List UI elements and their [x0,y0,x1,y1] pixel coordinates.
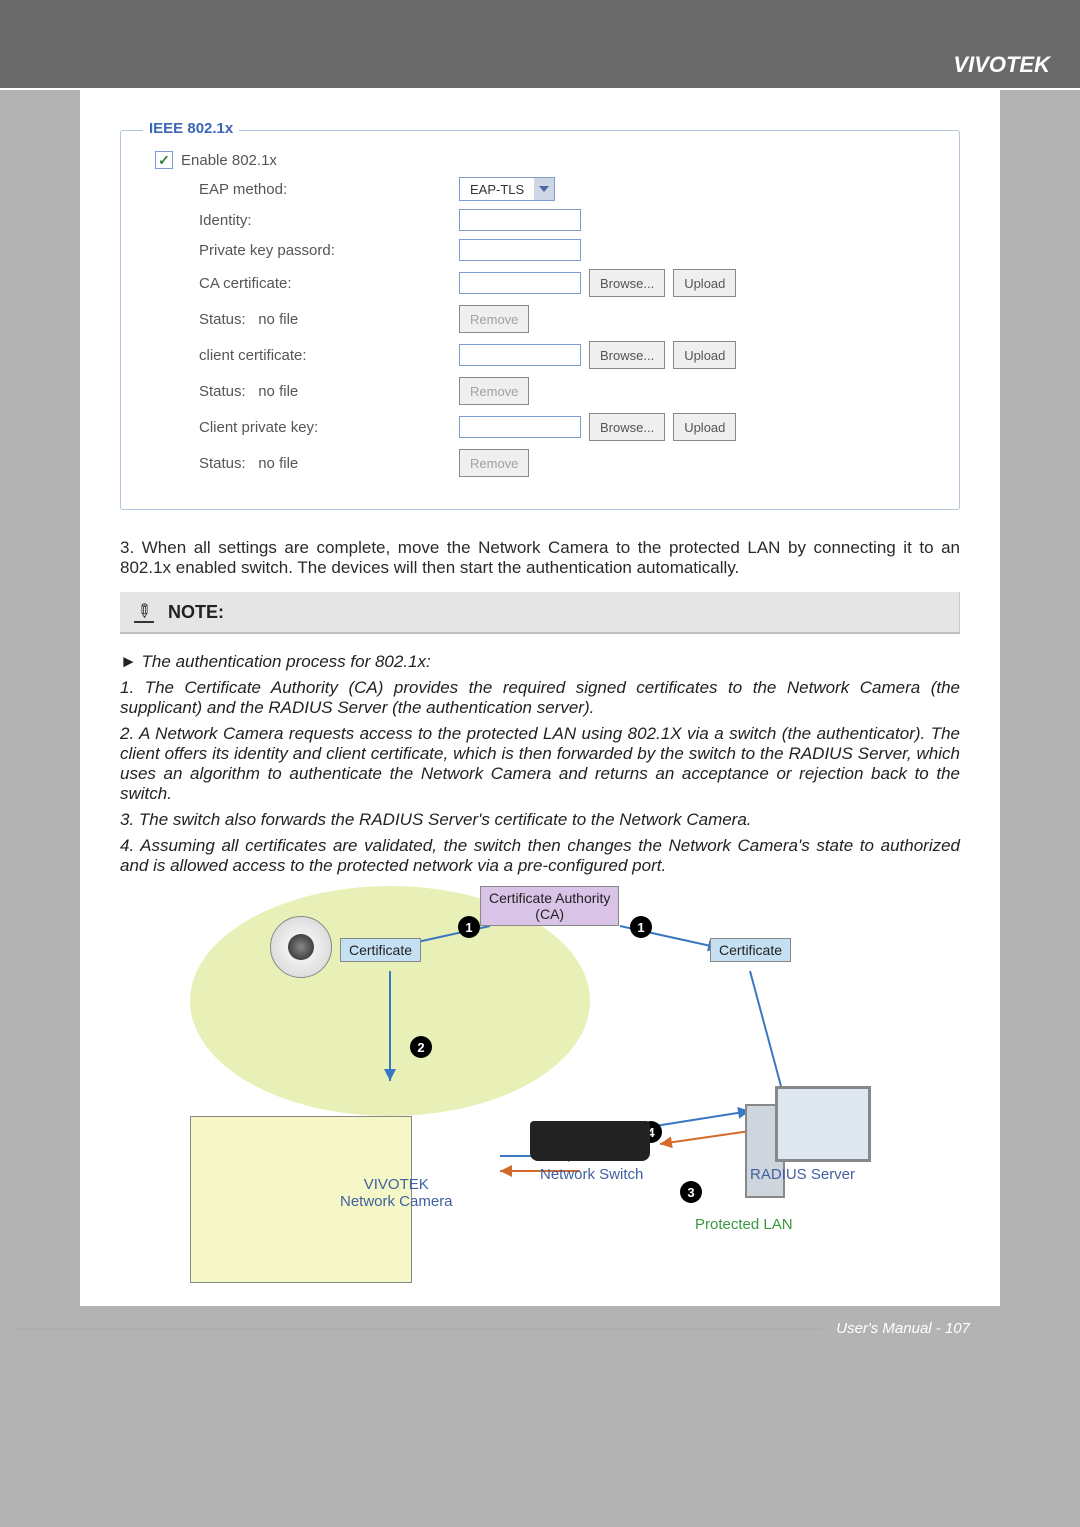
client-cert-browse-button[interactable]: Browse... [589,341,665,369]
diagram-badge-3: 3 [680,1181,702,1203]
ca-certificate-path[interactable] [459,272,581,294]
footer-text: User's Manual - 107 [836,1320,970,1337]
ieee-8021x-panel: IEEE 802.1x ✓ Enable 802.1x EAP method: … [120,130,960,510]
client-key-upload-button[interactable]: Upload [673,413,736,441]
client-certificate-path[interactable] [459,344,581,366]
ca-browse-button[interactable]: Browse... [589,269,665,297]
client-key-status-value: no file [258,455,298,472]
client-key-browse-button[interactable]: Browse... [589,413,665,441]
chevron-down-icon [534,178,554,200]
note-banner: ✎ NOTE: [120,592,960,634]
process-intro: ► The authentication process for 802.1x: [120,652,960,672]
identity-input[interactable] [459,209,581,231]
client-key-status-label: Status: [199,455,246,472]
diagram-ca-box: Certificate Authority (CA) [480,886,619,926]
enable-8021x-label: Enable 802.1x [181,152,277,169]
diagram-badge-2: 2 [410,1036,432,1058]
enable-8021x-row: ✓ Enable 802.1x [155,151,943,169]
eap-method-label: EAP method: [155,181,459,198]
auth-process-diagram: Certificate Authority (CA) Certificate C… [190,886,890,1276]
diagram-badge-1a: 1 [458,916,480,938]
instruction-step-3: 3. When all settings are complete, move … [120,538,960,578]
process-step-2: 2. A Network Camera requests access to t… [120,724,960,804]
note-heading: NOTE: [168,602,224,623]
process-step-1: 1. The Certificate Authority (CA) provid… [120,678,960,718]
ca-upload-button[interactable]: Upload [673,269,736,297]
diagram-cert-right: Certificate [710,938,791,962]
diagram-cert-left: Certificate [340,938,421,962]
note-icon: ✎ [134,601,154,623]
client-cert-status-label: Status: [199,383,246,400]
diagram-lan-label: Protected LAN [695,1216,793,1233]
identity-label: Identity: [155,212,459,229]
client-cert-status-value: no file [258,383,298,400]
ca-remove-button[interactable]: Remove [459,305,529,333]
client-cert-remove-button[interactable]: Remove [459,377,529,405]
page-header: VIVOTEK [0,0,1080,90]
page-content: IEEE 802.1x ✓ Enable 802.1x EAP method: … [80,90,1000,1306]
diagram-switch-label: Network Switch [540,1166,643,1183]
diagram-camera-label: VIVOTEK Network Camera [340,1176,453,1210]
switch-icon [530,1121,650,1161]
camera-icon [270,916,332,978]
ca-certificate-label: CA certificate: [155,275,459,292]
client-key-remove-button[interactable]: Remove [459,449,529,477]
client-certificate-label: client certificate: [155,347,459,364]
client-private-key-path[interactable] [459,416,581,438]
process-step-4: 4. Assuming all certificates are validat… [120,836,960,876]
private-key-password-label: Private key passord: [155,242,459,259]
diagram-badge-1b: 1 [630,916,652,938]
diagram-radius-label: RADIUS Server [750,1166,855,1183]
brand-text: VIVOTEK [953,52,1050,78]
panel-legend: IEEE 802.1x [143,120,239,137]
page-footer: User's Manual - 107 [0,1306,1080,1337]
client-private-key-label: Client private key: [155,419,459,436]
private-key-password-input[interactable] [459,239,581,261]
ca-status-value: no file [258,311,298,328]
process-step-3: 3. The switch also forwards the RADIUS S… [120,810,960,830]
client-cert-upload-button[interactable]: Upload [673,341,736,369]
eap-method-value: EAP-TLS [460,182,534,197]
ca-status-label: Status: [199,311,246,328]
eap-method-select[interactable]: EAP-TLS [459,177,555,201]
enable-8021x-checkbox[interactable]: ✓ [155,151,173,169]
